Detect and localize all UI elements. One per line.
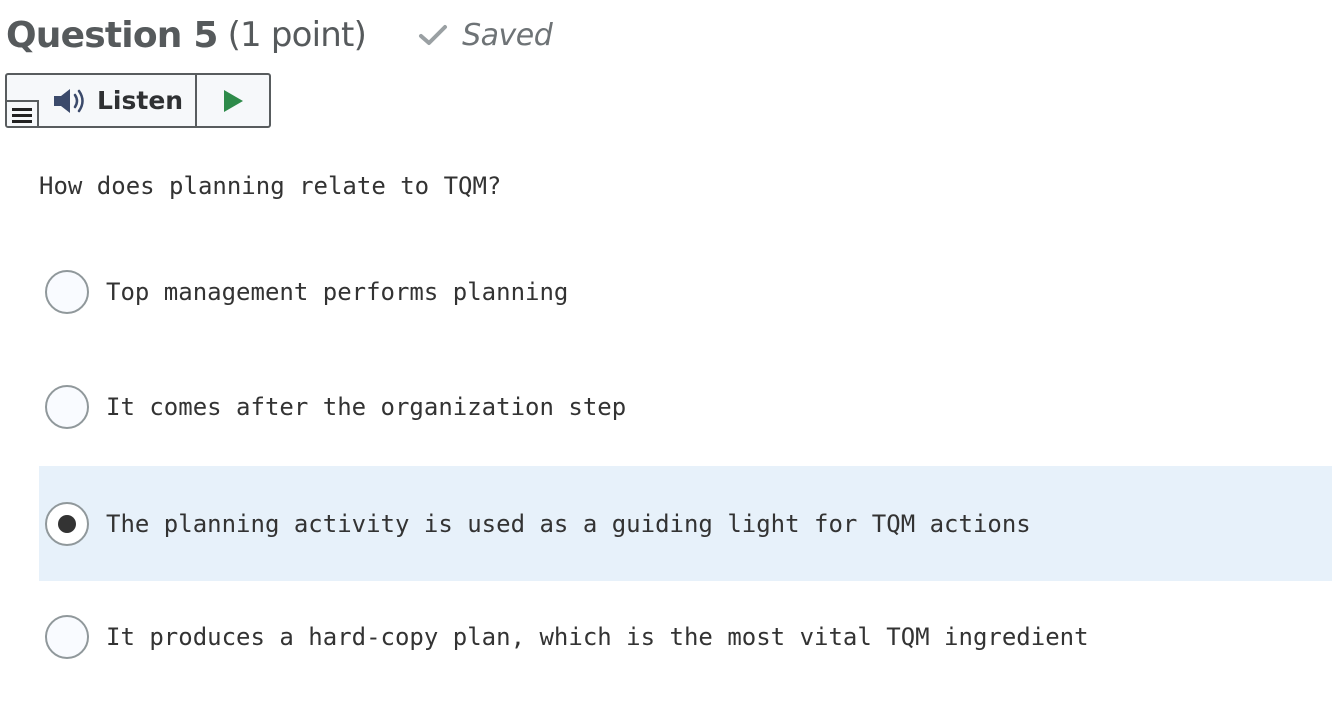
answer-option-selected[interactable]: The planning activity is used as a guidi… [39, 466, 1332, 581]
answer-option[interactable]: Top management performs planning [39, 234, 1332, 349]
menu-icon [12, 108, 32, 111]
answer-option[interactable]: It produces a hard-copy plan, which is t… [39, 579, 1332, 694]
speaker-icon [54, 88, 84, 113]
listen-toolbar: Listen [5, 73, 271, 128]
play-icon [224, 89, 243, 112]
answer-option-label[interactable]: The planning activity is used as a guidi… [106, 510, 1031, 538]
question-text: How does planning relate to TQM? [39, 172, 502, 200]
saved-status: Saved [418, 17, 553, 53]
answer-option[interactable]: It comes after the organization step [39, 349, 1332, 464]
listen-label: Listen [97, 86, 184, 115]
question-header: Question 5 (1 point) Saved [6, 10, 553, 60]
radio-button-checked[interactable] [45, 501, 89, 546]
radio-button[interactable] [45, 269, 89, 314]
question-title: Question 5 [6, 14, 218, 56]
question-points: (1 point) [227, 15, 367, 55]
radio-selected-dot [58, 514, 76, 533]
radio-button[interactable] [45, 384, 89, 429]
answer-option-label[interactable]: It comes after the organization step [106, 393, 626, 421]
checkmark-icon [419, 25, 448, 45]
answer-option-label[interactable]: It produces a hard-copy plan, which is t… [106, 623, 1089, 651]
play-button[interactable] [197, 75, 269, 126]
saved-label: Saved [462, 17, 553, 53]
answer-option-label[interactable]: Top management performs planning [106, 278, 568, 306]
listen-menu-button[interactable] [7, 100, 39, 126]
radio-button[interactable] [45, 614, 89, 659]
